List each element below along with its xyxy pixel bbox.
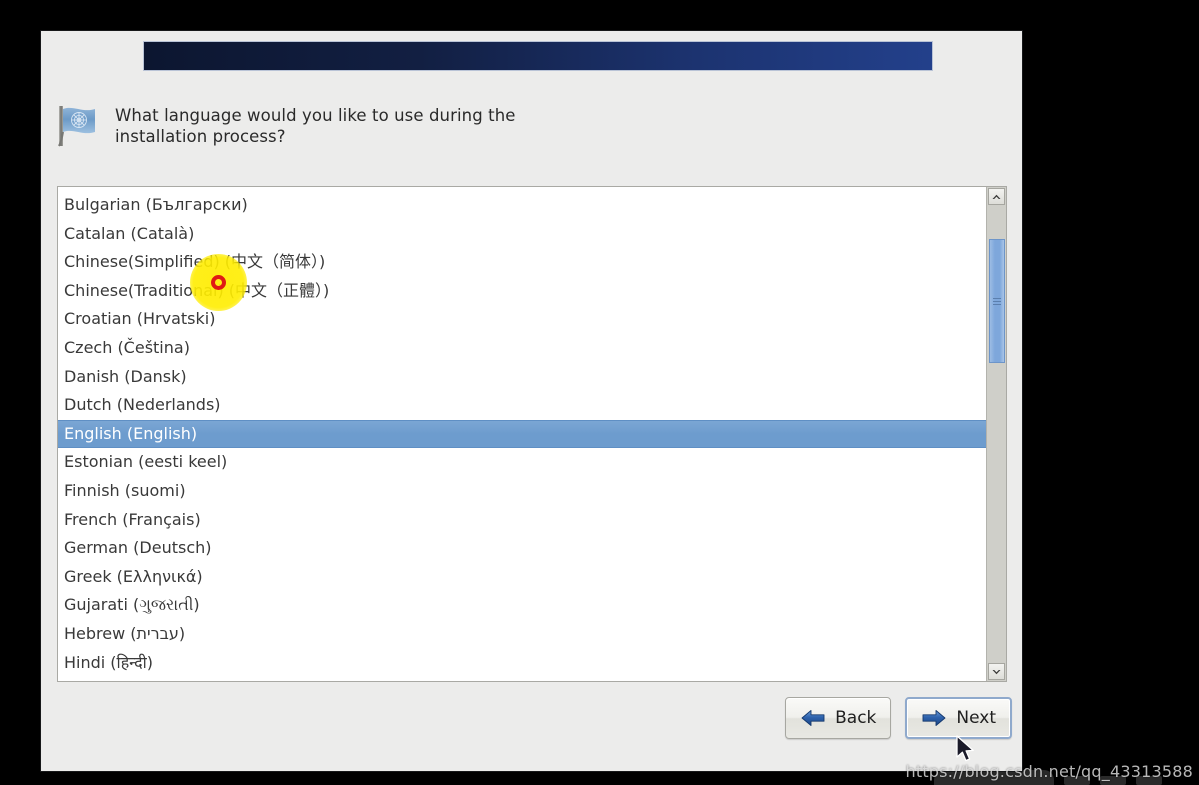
list-item[interactable]: Catalan (Català): [58, 220, 986, 249]
scroll-up-button[interactable]: [988, 188, 1005, 205]
un-flag-icon: [58, 106, 95, 147]
watermark-text: https://blog.csdn.net/qq_43313588: [905, 762, 1193, 781]
list-item[interactable]: Chinese(Traditional) (中文（正體）): [58, 277, 986, 306]
list-item[interactable]: Hindi (हिन्दी): [58, 649, 986, 678]
next-button-label: Next: [956, 708, 996, 728]
list-item[interactable]: Finnish (suomi): [58, 477, 986, 506]
arrow-left-icon: [801, 710, 825, 726]
back-button[interactable]: Back: [785, 697, 892, 739]
list-item[interactable]: Croatian (Hrvatski): [58, 305, 986, 334]
list-item[interactable]: Gujarati (ગુજરાતી): [58, 591, 986, 620]
question-row: What language would you like to use duri…: [53, 99, 953, 151]
list-item[interactable]: Hebrew (עברית): [58, 620, 986, 649]
dialog-button-bar: Back Next: [785, 697, 1012, 739]
list-item[interactable]: Chinese(Simplified) (中文（简体）): [58, 248, 986, 277]
list-item[interactable]: Greek (Ελληνικά): [58, 563, 986, 592]
scroll-down-button[interactable]: [988, 663, 1005, 680]
question-label: What language would you like to use duri…: [115, 106, 516, 146]
grip-lines-icon: [993, 297, 1001, 305]
list-item[interactable]: German (Deutsch): [58, 534, 986, 563]
chevron-down-icon: [992, 669, 1001, 674]
back-button-label: Back: [835, 708, 877, 728]
list-item[interactable]: Dutch (Nederlands): [58, 391, 986, 420]
header-banner: [143, 41, 933, 71]
installer-dialog: What language would you like to use duri…: [40, 30, 1023, 772]
language-list-items[interactable]: Bulgarian (Български) Catalan (Català) C…: [58, 187, 986, 681]
next-button[interactable]: Next: [905, 697, 1012, 739]
language-listbox[interactable]: Bulgarian (Български) Catalan (Català) C…: [57, 186, 1007, 682]
list-item-selected[interactable]: English (English): [58, 419, 986, 449]
desktop-screen: What language would you like to use duri…: [0, 0, 1199, 785]
list-item[interactable]: Czech (Čeština): [58, 334, 986, 363]
chevron-up-icon: [992, 194, 1001, 199]
list-item[interactable]: Bulgarian (Български): [58, 191, 986, 220]
list-item[interactable]: French (Français): [58, 506, 986, 535]
list-item[interactable]: Danish (Dansk): [58, 363, 986, 392]
list-item[interactable]: Estonian (eesti keel): [58, 448, 986, 477]
scrollbar-thumb[interactable]: [989, 239, 1005, 363]
list-scrollbar[interactable]: [986, 187, 1006, 681]
arrow-right-icon: [922, 710, 946, 726]
